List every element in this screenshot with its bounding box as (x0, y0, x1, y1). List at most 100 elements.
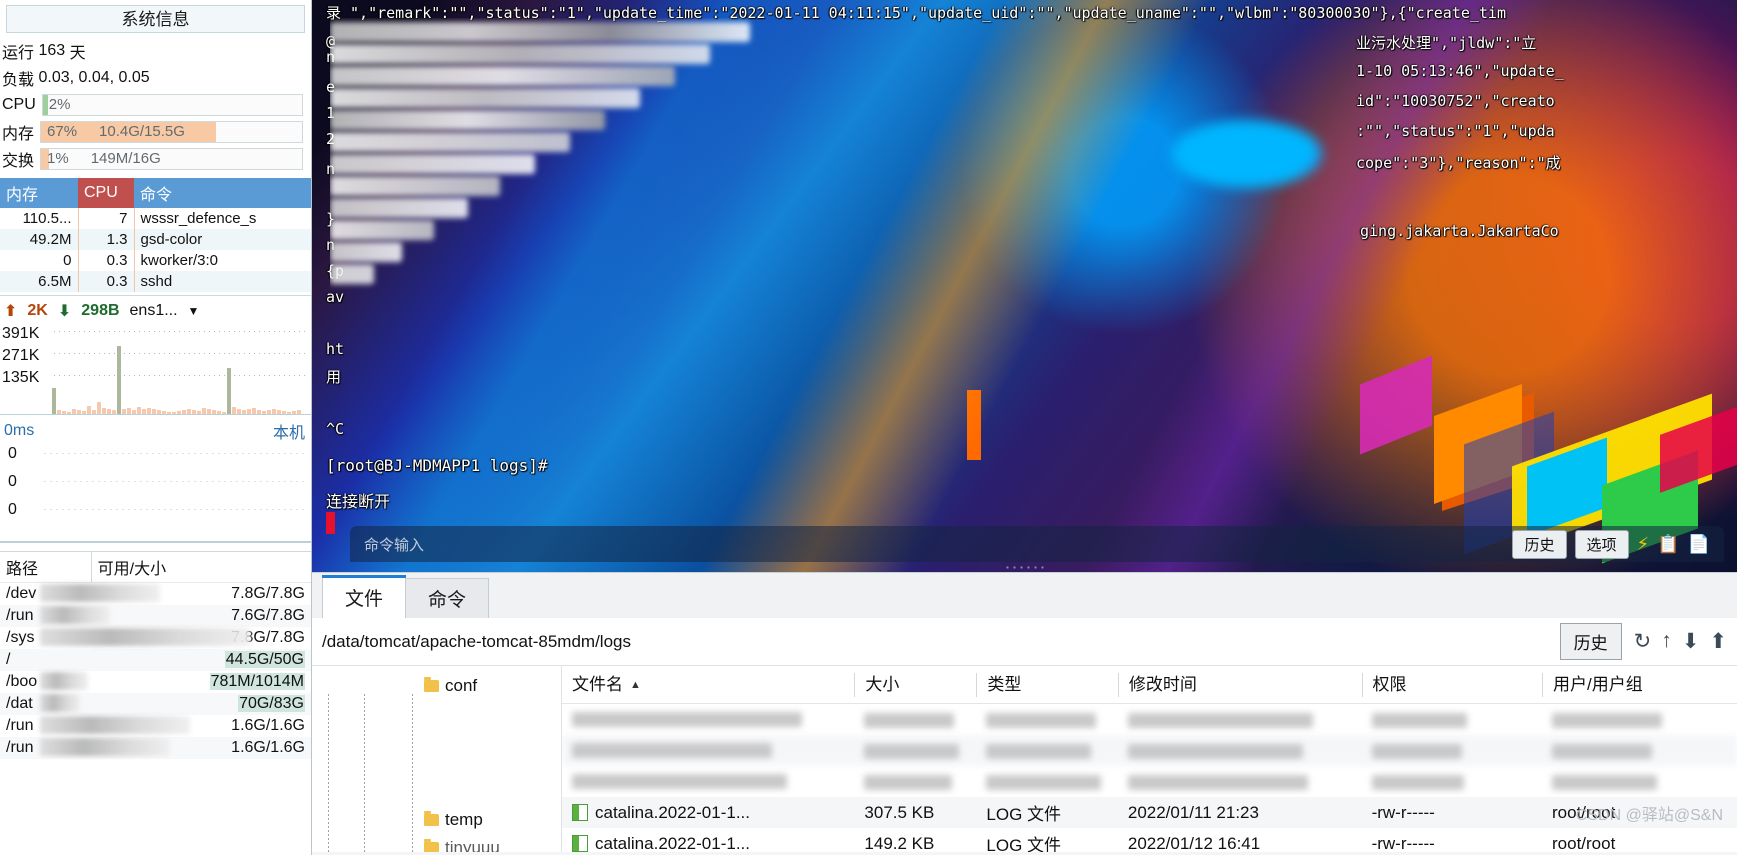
disk-path: / (0, 649, 92, 671)
terminal-line-right-3: :"","status":"1","upda (1356, 122, 1555, 140)
disk-row[interactable]: /boo 781M/1014M (0, 671, 311, 693)
file-cell-perm (1362, 710, 1542, 730)
tree-node-conf[interactable]: conf (312, 672, 561, 700)
terminal-panel[interactable]: 录 ","remark":"","status":"1","update_tim… (312, 0, 1737, 572)
process-row[interactable]: 49.2M 1.3 gsd-color (0, 229, 311, 250)
disk-path: /boo (0, 671, 91, 693)
redaction-blur (1127, 712, 1313, 728)
disk-row[interactable]: /dat 70G/83G (0, 693, 311, 715)
process-cpu: 0.3 (78, 271, 135, 292)
terminal-frag-1: n (326, 48, 336, 66)
memory-label: 内存 (2, 125, 35, 143)
file-cell-type (976, 710, 1117, 730)
redaction-blur (864, 712, 955, 728)
disk-header-path[interactable]: 路径 (0, 551, 92, 583)
upload-icon[interactable]: ⬆ (1709, 629, 1727, 654)
process-header-memory[interactable]: 内存 (0, 178, 78, 208)
disk-header-size[interactable]: 可用/大小 (90, 551, 311, 583)
terminal-prompt: [root@BJ-MDMAPP1 logs]# (326, 456, 548, 475)
file-row[interactable] (562, 735, 1737, 766)
refresh-icon[interactable]: ↻ (1634, 629, 1652, 654)
terminal-frag-11: 用 (326, 368, 342, 386)
disk-row[interactable]: /run 1.6G/1.6G (0, 737, 311, 759)
file-col-mtime[interactable]: 修改时间 (1117, 672, 1362, 697)
process-memory: 0 (0, 250, 79, 271)
file-row[interactable] (562, 766, 1737, 797)
process-header-command[interactable]: 命令 (134, 178, 311, 208)
disk-row[interactable]: /sys 7.8G/7.8G (0, 627, 311, 649)
tab-commands[interactable]: 命令 (405, 578, 489, 618)
terminal-history-button[interactable]: 历史 (1512, 529, 1567, 559)
disk-path: /run (0, 737, 170, 759)
network-traffic-graph: 391K 271K 135K (0, 323, 311, 415)
process-row[interactable]: 110.5... 7 wsssr_defence_s (0, 208, 311, 229)
file-cell-size (854, 710, 976, 730)
file-cell-name: catalina.2022-01-1... (562, 834, 854, 852)
command-input-bar[interactable]: 命令输入 历史 选项 ⚡ 📋 📄 (350, 526, 1724, 562)
file-col-owner[interactable]: 用户/用户组 (1541, 672, 1737, 697)
file-history-button[interactable]: 历史 (1559, 623, 1622, 660)
redaction-blur (40, 584, 160, 602)
lightning-icon[interactable]: ⚡ (1637, 535, 1650, 553)
disk-table: 路径 可用/大小 /dev 7.8G/7.8G/run 7.6G/7.8G/sys 7… (0, 551, 311, 759)
tab-files[interactable]: 文件 (322, 575, 406, 618)
file-row[interactable]: catalina.2022-01-1... 149.2 KB LOG 文件 2022/… (562, 828, 1737, 852)
redaction-blur (1371, 743, 1462, 759)
latency-local-label[interactable]: 本机 (273, 419, 305, 443)
copy-icon[interactable]: 📋 (1657, 535, 1679, 553)
terminal-frag-8: {p (326, 262, 345, 280)
disk-row[interactable]: /run 7.6G/7.8G (0, 605, 311, 627)
chevron-down-icon[interactable]: ▼ (188, 304, 200, 318)
network-y-label-2: 135K (2, 369, 40, 386)
file-col-name[interactable]: 文件名 ▲ (562, 673, 854, 697)
network-interface-label[interactable]: ens1... (130, 302, 178, 320)
tree-node-label: conf (445, 676, 478, 695)
disk-table-body: /dev 7.8G/7.8G/run 7.6G/7.8G/sys 7.8G/7.8G /… (0, 583, 311, 759)
current-path[interactable]: /data/tomcat/apache-tomcat-85mdm/logs (322, 632, 1560, 652)
file-col-size[interactable]: 大小 (854, 672, 976, 697)
disk-row[interactable]: /44.5G/50G (0, 649, 311, 671)
tree-node-tinyuuu[interactable]: tinyuuu (312, 834, 561, 852)
file-col-type[interactable]: 类型 (976, 672, 1117, 697)
file-cell-type: LOG 文件 (986, 805, 1062, 824)
latency-graph: 0 0 0 (0, 443, 311, 543)
file-row[interactable]: catalina.2022-01-1... 307.5 KB LOG 文件 2022/… (562, 797, 1737, 828)
file-cell-perm (1362, 741, 1542, 761)
terminal-options-button[interactable]: 选项 (1574, 529, 1629, 559)
terminal-cursor (326, 512, 335, 534)
redaction-blur (986, 712, 1097, 728)
file-cell-type (976, 772, 1117, 792)
command-input-placeholder[interactable]: 命令输入 (364, 534, 424, 555)
process-header-cpu[interactable]: CPU (78, 178, 134, 208)
file-row[interactable] (562, 704, 1737, 735)
tree-node-label: temp (445, 810, 483, 829)
disk-row[interactable]: /run 1.6G/1.6G (0, 715, 311, 737)
file-cell-perm: -rw-r----- (1371, 802, 1435, 822)
directory-tree[interactable]: conf temp tinyuuu (312, 666, 562, 852)
paste-icon[interactable]: 📄 (1688, 535, 1710, 553)
disk-row[interactable]: /dev 7.8G/7.8G (0, 583, 311, 606)
file-path-bar: /data/tomcat/apache-tomcat-85mdm/logs 历史… (312, 618, 1737, 666)
download-icon[interactable]: ⬇ (1682, 629, 1700, 654)
tree-node-temp[interactable]: temp (312, 806, 561, 834)
panel-resize-grip[interactable] (1003, 565, 1046, 570)
file-list-rows: catalina.2022-01-1... 307.5 KB LOG 文件 2022/… (562, 704, 1737, 852)
file-cell-size (854, 741, 976, 761)
arrow-up-icon: ⬆ (4, 303, 18, 320)
terminal-line-right-1: 1-10 05:13:46","update_ (1356, 62, 1564, 80)
terminal-line-right-2: id":"10030752","creato (1356, 92, 1555, 110)
file-cell-owner (1542, 772, 1737, 792)
up-level-icon[interactable]: ↑ (1661, 629, 1672, 654)
terminal-line-jakarta: ging.jakarta.JakartaCo (1360, 222, 1559, 240)
file-cell-name (562, 743, 854, 758)
process-row[interactable]: 6.5M 0.3 sshd (0, 271, 311, 292)
terminal-line-right-0: 业污水处理","jldw":"立 (1356, 34, 1537, 52)
redaction-blur (40, 672, 88, 690)
file-col-permission[interactable]: 权限 (1361, 672, 1542, 697)
terminal-disconnected-message: 连接断开 (326, 492, 391, 511)
process-row[interactable]: 0 0.3 kworker/3:0 (0, 250, 311, 271)
cpu-percent: 2% (48, 96, 71, 113)
arrow-down-icon: ⬇ (57, 303, 72, 320)
terminal-line-right-4: cope":"3"},"reason":"成 (1356, 154, 1561, 172)
uptime-value: 163 (38, 41, 66, 59)
